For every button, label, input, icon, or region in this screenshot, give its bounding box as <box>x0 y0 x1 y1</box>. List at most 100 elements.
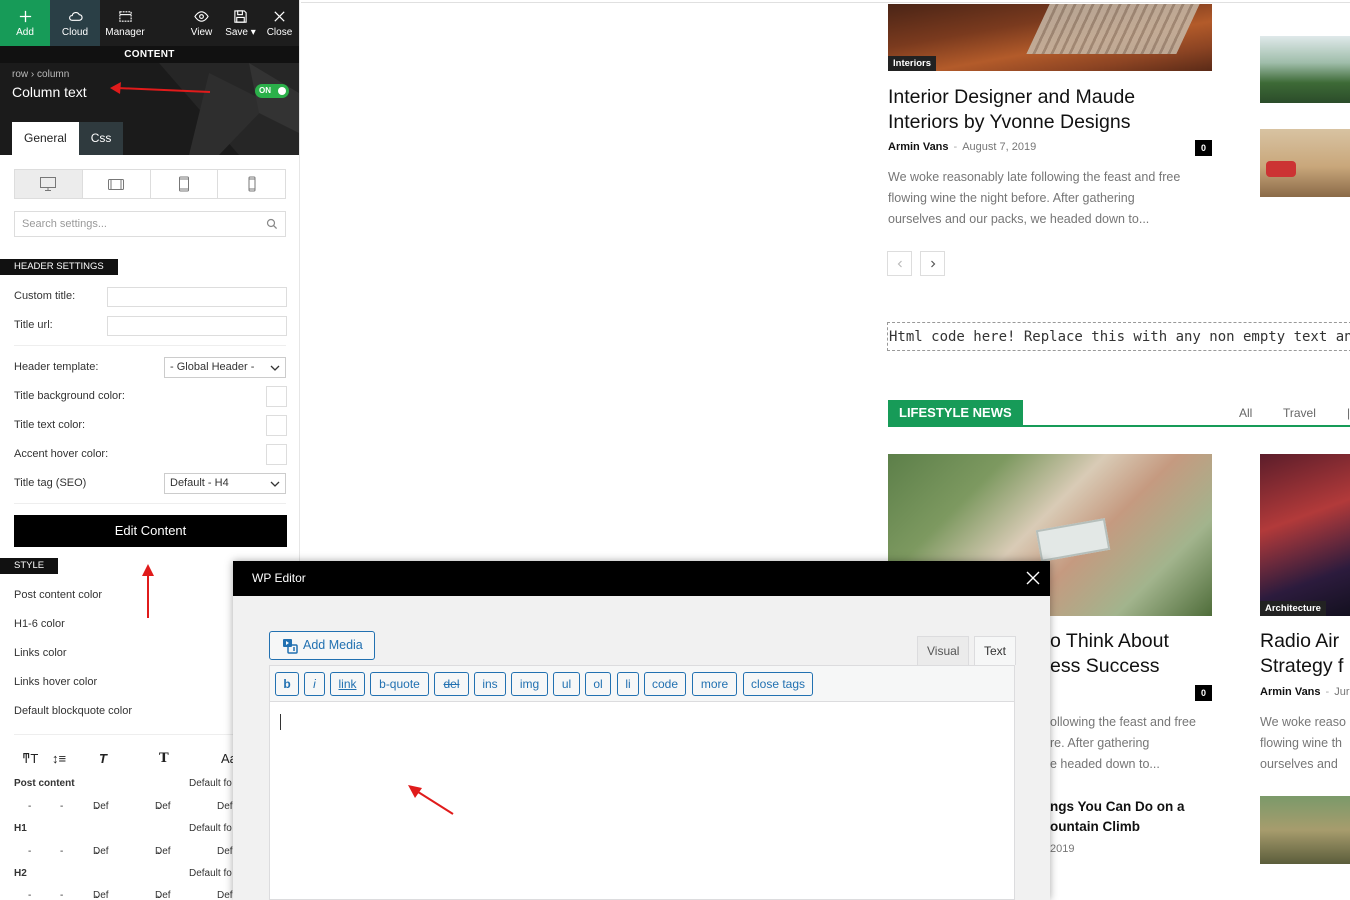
title-url-input[interactable] <box>107 316 287 336</box>
excerpt-line: re. After gathering <box>1050 736 1150 750</box>
def-select[interactable]: Def ⌄ <box>93 890 109 900</box>
qt-bquote-button[interactable]: b-quote <box>370 672 429 696</box>
lifestyle-article-title[interactable]: o Think About ess Success <box>1050 629 1169 679</box>
manager-button[interactable]: Manager <box>100 0 150 46</box>
filter-tab-all[interactable]: All <box>1239 406 1252 420</box>
device-desktop[interactable] <box>15 170 83 198</box>
category-badge[interactable]: Interiors <box>888 56 937 71</box>
header-template-select[interactable]: - Global Header - <box>164 357 286 378</box>
def-select[interactable]: Def <box>217 846 233 857</box>
title-line: Interior Designer and Maude <box>888 86 1136 108</box>
tab-general[interactable]: General <box>12 122 79 155</box>
qt-del-button[interactable]: del <box>434 672 469 696</box>
breadcrumb-column[interactable]: column <box>37 69 69 80</box>
def-select[interactable]: Def ⌄ <box>155 801 171 812</box>
right-article-title[interactable]: Radio Air Strategy f <box>1260 629 1343 679</box>
chevron-left-icon <box>897 260 902 267</box>
title-text-color-swatch[interactable] <box>266 415 287 436</box>
title-line: Radio Air <box>1260 630 1340 652</box>
on-toggle[interactable]: ON <box>255 84 289 98</box>
quicktags-toolbar: b i link b-quote del ins img ul ol li co… <box>269 665 1015 702</box>
right-article-image[interactable]: Architecture <box>1260 454 1350 616</box>
top-border <box>301 2 1350 3</box>
wp-editor-modal: WP Editor Add Media Visual Text b i link… <box>233 561 1050 900</box>
add-button[interactable]: Add <box>0 0 50 46</box>
def-select[interactable]: Def ⌄ <box>155 890 171 900</box>
qt-ul-button[interactable]: ul <box>553 672 580 696</box>
title-line: Interiors by Yvonne Designs <box>888 111 1131 133</box>
device-tablet-landscape[interactable] <box>82 170 151 198</box>
links-color-label: Links color <box>14 647 67 659</box>
featured-article-title[interactable]: Interior Designer and Maude Interiors by… <box>888 85 1135 135</box>
close-button[interactable]: Close <box>260 0 299 46</box>
panel-title: Column text <box>12 84 87 100</box>
qt-more-button[interactable]: more <box>692 672 737 696</box>
thumbnail-image[interactable] <box>1260 796 1350 864</box>
search-placeholder: Search settings... <box>22 218 107 230</box>
device-tablet-portrait[interactable] <box>150 170 219 198</box>
def-select[interactable]: Def ⌄ <box>93 801 109 812</box>
def-select[interactable]: Def ⌄ <box>155 846 171 857</box>
accent-hover-color-swatch[interactable] <box>266 444 287 465</box>
featured-article-image[interactable]: Interiors <box>888 4 1212 71</box>
tab-visual[interactable]: Visual <box>917 636 970 665</box>
tab-text[interactable]: Text <box>974 636 1017 665</box>
qt-li-button[interactable]: li <box>617 672 639 696</box>
title-tag-select[interactable]: Default - H4 <box>164 473 286 494</box>
filter-tab-travel[interactable]: Travel <box>1283 406 1316 420</box>
cloud-button[interactable]: Cloud <box>50 0 100 46</box>
typo-row-default: Default fo <box>189 868 232 879</box>
manager-label: Manager <box>105 26 145 38</box>
modal-body: Add Media Visual Text b i link b-quote d… <box>233 596 1050 900</box>
modal-title: WP Editor <box>252 571 306 585</box>
next-page-button[interactable] <box>920 251 945 276</box>
image-detail <box>1035 518 1111 562</box>
qt-img-button[interactable]: img <box>511 672 548 696</box>
qt-link-button[interactable]: link <box>330 672 365 696</box>
text-editor-area[interactable] <box>269 702 1015 900</box>
def-select[interactable]: Def <box>217 801 233 812</box>
right-article-excerpt: We woke reaso flowing wine th ourselves … <box>1260 712 1346 775</box>
custom-title-input[interactable] <box>107 287 287 307</box>
excerpt-line: ollowing the feast and free <box>1050 715 1196 729</box>
search-settings-input[interactable]: Search settings... <box>14 211 286 237</box>
qt-bold-button[interactable]: b <box>275 672 299 696</box>
breadcrumb-row[interactable]: row <box>12 69 28 80</box>
thumbnail-image[interactable] <box>1260 36 1350 103</box>
desktop-icon <box>40 177 57 191</box>
typo-row-default: Default fo <box>189 778 232 789</box>
def-select[interactable]: Def ⌄ <box>93 846 109 857</box>
featured-article-excerpt: We woke reasonably late following the fe… <box>888 167 1180 230</box>
custom-title-label: Custom title: <box>14 290 76 302</box>
qt-ol-button[interactable]: ol <box>585 672 611 696</box>
author-link[interactable]: Armin Vans <box>1260 686 1321 698</box>
comment-count-badge[interactable]: 0 <box>1195 140 1212 156</box>
add-media-button[interactable]: Add Media <box>269 631 375 660</box>
comment-count-badge[interactable]: 0 <box>1195 685 1212 701</box>
device-phone[interactable] <box>218 170 285 198</box>
def-select[interactable]: Def <box>217 890 233 900</box>
header-settings-label: HEADER SETTINGS <box>0 259 118 275</box>
tab-css[interactable]: Css <box>78 122 124 155</box>
thumbnail-image[interactable] <box>1260 129 1350 197</box>
prev-page-button[interactable] <box>887 251 912 276</box>
save-button[interactable]: Save ▾ <box>221 0 260 46</box>
author-link[interactable]: Armin Vans <box>888 141 949 153</box>
edit-content-button[interactable]: Edit Content <box>14 515 287 547</box>
title-text-color-label: Title text color: <box>14 419 86 431</box>
view-button[interactable]: View <box>182 0 221 46</box>
image-detail <box>1026 4 1200 54</box>
qt-code-button[interactable]: code <box>644 672 686 696</box>
qt-ins-button[interactable]: ins <box>474 672 506 696</box>
meta-separator: - <box>1325 686 1330 698</box>
close-icon[interactable] <box>1026 571 1040 585</box>
title-bg-color-swatch[interactable] <box>266 386 287 407</box>
excerpt-line: flowing wine th <box>1260 736 1342 750</box>
h1-6-color-label: H1-6 color <box>14 618 65 630</box>
category-badge[interactable]: Architecture <box>1260 601 1326 616</box>
qt-italic-button[interactable]: i <box>304 672 325 696</box>
search-icon <box>266 218 278 230</box>
qt-close-tags-button[interactable]: close tags <box>743 672 813 696</box>
plus-icon <box>19 10 31 22</box>
small-article-title[interactable]: ngs You Can Do on a ountain Climb <box>1050 797 1185 837</box>
